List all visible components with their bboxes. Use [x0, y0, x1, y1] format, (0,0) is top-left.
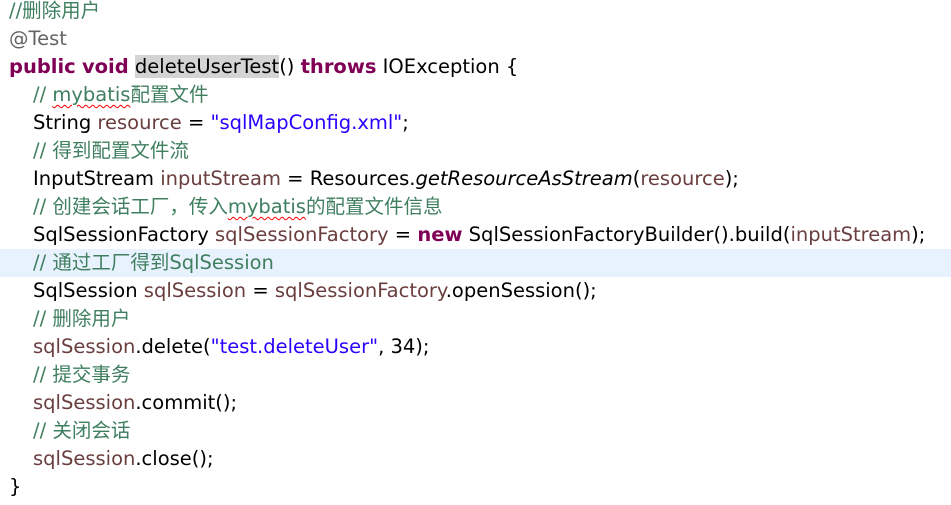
operator: =	[246, 279, 275, 302]
code-line-12[interactable]: // 删除用户	[0, 305, 951, 333]
comment-text: // 提交事务	[33, 363, 131, 386]
comment-misspelled-word: mybatis	[227, 195, 306, 218]
keyword-throws: throws	[300, 55, 377, 78]
code-line-14[interactable]: // 提交事务	[0, 361, 951, 389]
call-rest: , 34);	[378, 335, 430, 358]
code-line-6[interactable]: // 得到配置文件流	[0, 137, 951, 165]
code-editor[interactable]: //删除用户 @Test public void deleteUserTest(…	[0, 0, 951, 505]
code-line-4[interactable]: // mybatis配置文件	[0, 81, 951, 109]
code-line-11[interactable]: SqlSession sqlSession = sqlSessionFactor…	[0, 277, 951, 305]
paren-close: );	[724, 167, 739, 190]
type-name: SqlSessionFactory	[33, 223, 216, 246]
code-line-7[interactable]: InputStream inputStream = Resources.getR…	[0, 165, 951, 193]
comment-text: // 得到配置文件流	[33, 139, 189, 162]
operator: = Resources.	[280, 167, 416, 190]
keyword-new: new	[417, 223, 463, 246]
string-literal: "sqlMapConfig.xml"	[210, 111, 403, 134]
comment-text: // 通过工厂得到SqlSession	[33, 251, 274, 274]
paren-close: );	[911, 223, 926, 246]
type-name: InputStream	[33, 167, 161, 190]
code-line-17[interactable]: sqlSession.close();	[0, 445, 951, 473]
method-call: .commit();	[135, 391, 238, 414]
object-sqlsession: sqlSession	[33, 391, 136, 414]
builder-call: SqlSessionFactoryBuilder().build(	[462, 223, 791, 246]
exception-type: IOException {	[376, 55, 519, 78]
code-line-18[interactable]: }	[0, 473, 951, 501]
code-line-16[interactable]: // 关闭会话	[0, 417, 951, 445]
operator: =	[181, 111, 211, 134]
comment-prefix: // 创建会话工厂，传入	[33, 195, 228, 218]
comment-misspelled-word: mybatis	[52, 83, 131, 106]
method-call: .close();	[135, 447, 214, 470]
semicolon: ;	[402, 111, 409, 134]
type-name: SqlSession	[33, 279, 144, 302]
argument-resource: resource	[640, 167, 725, 190]
method-name-selected: deleteUserTest	[134, 55, 280, 78]
closing-brace: }	[9, 475, 22, 498]
method-parens: ()	[279, 55, 301, 78]
code-line-9[interactable]: SqlSessionFactory sqlSessionFactory = ne…	[0, 221, 951, 249]
comment-suffix: 的配置文件信息	[305, 195, 443, 218]
comment-prefix: //	[33, 83, 53, 106]
annotation-test: @Test	[9, 27, 67, 50]
type-name: String	[33, 111, 98, 134]
comment-text: // 关闭会话	[33, 419, 131, 442]
variable-sqlsession: sqlSession	[143, 279, 247, 302]
variable-sqlsessionfactory: sqlSessionFactory	[215, 223, 389, 246]
code-line-3[interactable]: public void deleteUserTest() throws IOEx…	[0, 53, 951, 81]
comment-text: // 删除用户	[33, 307, 131, 330]
object-sqlsession: sqlSession	[33, 447, 136, 470]
code-line-15[interactable]: sqlSession.commit();	[0, 389, 951, 417]
argument-inputstream: inputStream	[790, 223, 912, 246]
method-call: .delete(	[135, 335, 211, 358]
keyword-public: public	[9, 55, 76, 78]
code-line-13[interactable]: sqlSession.delete("test.deleteUser", 34)…	[0, 333, 951, 361]
variable-inputstream: inputStream	[160, 167, 281, 190]
code-line-1[interactable]: //删除用户	[0, 0, 951, 25]
variable-resource: resource	[97, 111, 182, 134]
code-line-5[interactable]: String resource = "sqlMapConfig.xml";	[0, 109, 951, 137]
method-call: .openSession();	[445, 279, 597, 302]
operator: =	[388, 223, 418, 246]
code-line-2[interactable]: @Test	[0, 25, 951, 53]
string-literal: "test.deleteUser"	[210, 335, 379, 358]
code-line-8[interactable]: // 创建会话工厂，传入mybatis的配置文件信息	[0, 193, 951, 221]
keyword-void: void	[81, 55, 129, 78]
comment-suffix: 配置文件	[130, 83, 209, 106]
object-sqlsession: sqlSession	[33, 335, 136, 358]
comment-text: //删除用户	[9, 0, 101, 22]
code-line-10-current[interactable]: // 通过工厂得到SqlSession	[0, 249, 951, 277]
object-sqlsessionfactory: sqlSessionFactory	[274, 279, 446, 302]
static-method: getResourceAsStream	[415, 167, 633, 190]
